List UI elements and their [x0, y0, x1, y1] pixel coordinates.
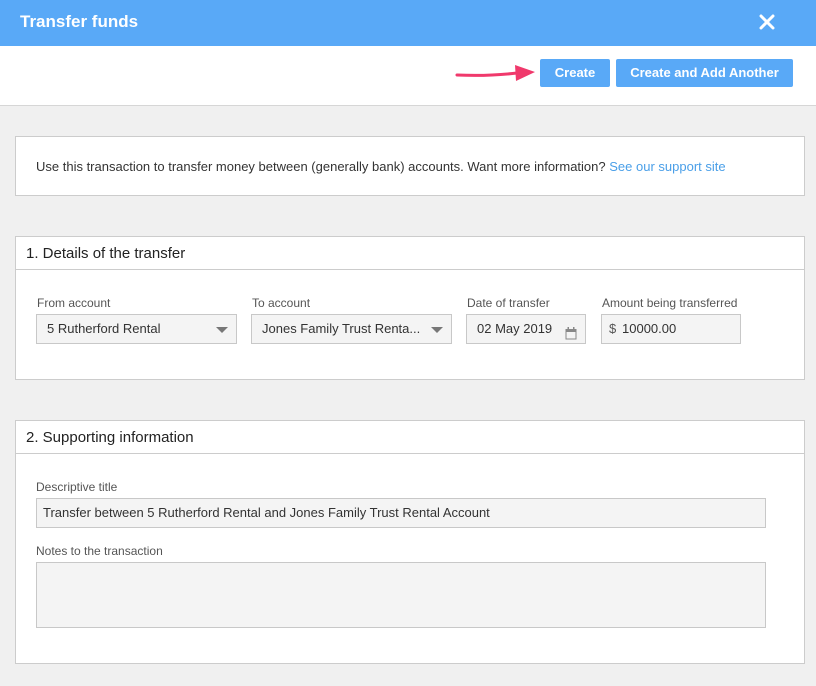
- to-account-select[interactable]: Jones Family Trust Renta...: [251, 314, 452, 344]
- notes-label: Notes to the transaction: [36, 544, 163, 558]
- details-heading: 1. Details of the transfer: [16, 237, 804, 270]
- chevron-down-icon: [216, 327, 228, 333]
- create-button[interactable]: Create: [540, 59, 610, 87]
- create-and-add-another-button[interactable]: Create and Add Another: [616, 59, 793, 87]
- info-box: Use this transaction to transfer money b…: [15, 136, 805, 196]
- info-message: Use this transaction to transfer money b…: [36, 159, 610, 174]
- close-icon[interactable]: [756, 11, 778, 33]
- details-section: 1. Details of the transfer From account …: [15, 236, 805, 380]
- amount-input[interactable]: $ 10000.00: [601, 314, 741, 344]
- from-account-select[interactable]: 5 Rutherford Rental: [36, 314, 237, 344]
- dialog-title: Transfer funds: [20, 12, 139, 31]
- date-value: 02 May 2019: [477, 321, 553, 336]
- dialog-header: Transfer funds: [0, 0, 816, 46]
- descriptive-title-value: Transfer between 5 Rutherford Rental and…: [43, 505, 490, 520]
- to-account-label: To account: [252, 296, 311, 310]
- date-label: Date of transfer: [467, 296, 550, 310]
- amount-value: 10000.00: [622, 321, 677, 336]
- supporting-section: 2. Supporting information Descriptive ti…: [15, 420, 805, 664]
- action-toolbar: Create Create and Add Another: [0, 46, 816, 106]
- descriptive-title-input[interactable]: Transfer between 5 Rutherford Rental and…: [36, 498, 766, 528]
- info-text: Use this transaction to transfer money b…: [36, 159, 726, 174]
- dialog-body: Use this transaction to transfer money b…: [0, 106, 816, 686]
- pointer-arrow-icon: [455, 60, 537, 93]
- from-account-value: 5 Rutherford Rental: [47, 321, 161, 336]
- calendar-icon[interactable]: [565, 322, 577, 340]
- notes-textarea[interactable]: [36, 562, 766, 628]
- currency-symbol: $: [609, 321, 617, 336]
- amount-label: Amount being transferred: [602, 296, 738, 310]
- to-account-value: Jones Family Trust Renta...: [262, 321, 421, 336]
- chevron-down-icon: [431, 327, 443, 333]
- supporting-heading: 2. Supporting information: [16, 421, 804, 454]
- support-site-link[interactable]: See our support site: [609, 159, 725, 174]
- descriptive-title-label: Descriptive title: [36, 480, 118, 494]
- date-input[interactable]: 02 May 2019: [466, 314, 586, 344]
- from-account-label: From account: [37, 296, 111, 310]
